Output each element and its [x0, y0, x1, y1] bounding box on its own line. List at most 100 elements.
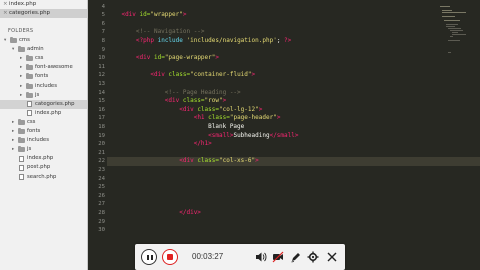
tree-folder[interactable]: ▸ css: [0, 54, 87, 63]
caret-right-icon[interactable]: ▸: [20, 72, 22, 81]
code-line[interactable]: <small>Subheading</small>: [107, 132, 480, 141]
code-line[interactable]: [107, 63, 480, 72]
line-number: 30: [98, 227, 105, 234]
code-line[interactable]: [107, 218, 480, 227]
caret-down-icon[interactable]: ▾: [12, 45, 14, 54]
code-line[interactable]: [107, 80, 480, 89]
tree-folder[interactable]: ▸ font-awesome: [0, 63, 87, 72]
tree-folder[interactable]: ▸ includes: [0, 82, 87, 91]
line-number: 17: [98, 115, 105, 122]
code-token: >: [222, 97, 227, 105]
tree-folder[interactable]: ▸ fonts: [0, 127, 87, 136]
code-line[interactable]: [107, 149, 480, 158]
close-icon[interactable]: [326, 251, 338, 263]
code-token: <h1: [193, 114, 209, 122]
caret-right-icon[interactable]: ▸: [12, 127, 14, 136]
code-line[interactable]: [107, 46, 480, 55]
caret-right-icon[interactable]: ▸: [20, 54, 22, 63]
open-file-item[interactable]: ×index.php: [0, 0, 87, 9]
code-line[interactable]: [107, 192, 480, 201]
stop-icon: [167, 254, 173, 260]
tree-folder[interactable]: ▾ admin: [0, 45, 87, 54]
code-line[interactable]: <div class="col-lg-12">: [107, 106, 480, 115]
code-line[interactable]: <?php include 'includes/navigation.php';…: [107, 37, 480, 46]
code-line[interactable]: [107, 3, 480, 12]
caret-right-icon[interactable]: ▸: [12, 136, 14, 145]
line-number: 21: [98, 149, 105, 156]
line-number: 5: [101, 12, 105, 19]
open-file-item[interactable]: ×categories.php: [0, 9, 87, 18]
tree-file[interactable]: index.php: [0, 109, 87, 118]
code-line[interactable]: <div class="container-fluid">: [107, 71, 480, 80]
code-line[interactable]: <!-- Page Heading -->: [107, 89, 480, 98]
tree-folder[interactable]: ▸ css: [0, 118, 87, 127]
code-token: <!-- Page Heading -->: [107, 88, 241, 96]
tree-folder[interactable]: ▾ cms: [0, 36, 87, 45]
code-token: >: [255, 157, 259, 165]
minimap-line: [448, 40, 461, 41]
code-line[interactable]: </h1>: [107, 140, 480, 149]
folders-title: FOLDERS: [8, 28, 34, 34]
caret-down-icon[interactable]: ▾: [4, 36, 6, 45]
code-line[interactable]: <h1 class="page-header">: [107, 114, 480, 123]
code-line[interactable]: [107, 175, 480, 184]
tree-item-label: search.php: [27, 173, 57, 180]
minimap[interactable]: [432, 0, 480, 60]
caret-right-icon[interactable]: ▸: [20, 91, 22, 100]
code-line[interactable]: [107, 200, 480, 209]
pause-button[interactable]: [141, 249, 157, 265]
code-line[interactable]: <div class="row">: [107, 97, 480, 106]
line-number-gutter: 4 5 6 7 8 9 10 11 12 13 14 15 16 17 18 19 20 21 22 23 24 25 26…: [89, 0, 107, 270]
line-number: 29: [98, 218, 105, 225]
code-line[interactable]: Blank Page: [107, 123, 480, 132]
code-line[interactable]: <!-- Navigation -->: [107, 28, 480, 37]
volume-icon[interactable]: [255, 251, 267, 263]
tree-item-label: fonts: [35, 73, 49, 80]
webcam-icon[interactable]: [272, 251, 284, 263]
tree-file[interactable]: index.php: [0, 154, 87, 163]
code-token: >: [276, 114, 281, 122]
line-number: 13: [98, 80, 105, 87]
folder-icon: [18, 137, 25, 144]
file-icon: [19, 174, 24, 180]
code-line[interactable]: [107, 183, 480, 192]
tree-item-label: includes: [35, 82, 57, 89]
code-editor[interactable]: <div id="wrapper"> <!-- Navigation --> <…: [107, 0, 480, 270]
code-line[interactable]: [107, 226, 480, 235]
line-number: 19: [98, 132, 105, 139]
tree-folder[interactable]: ▸ includes: [0, 136, 87, 145]
pen-icon[interactable]: [290, 251, 302, 263]
stop-button[interactable]: [162, 249, 178, 265]
code-token: "container-fluid": [190, 71, 252, 79]
caret-right-icon[interactable]: ▸: [20, 63, 22, 72]
tree-folder[interactable]: ▸ js: [0, 145, 87, 154]
line-number: 4: [101, 3, 105, 10]
folder-icon: [26, 73, 33, 80]
caret-right-icon[interactable]: ▸: [12, 145, 14, 154]
tree-file[interactable]: search.php: [0, 173, 87, 182]
tree-file[interactable]: categories.php: [0, 99, 87, 109]
line-number: 9: [101, 46, 105, 53]
code-token: "col-xs-6": [219, 157, 256, 165]
code-token: <div: [150, 71, 169, 79]
code-line[interactable]: [107, 20, 480, 29]
code-line[interactable]: </div>: [107, 209, 480, 218]
tree-item-label: css: [35, 55, 44, 62]
code-line[interactable]: <div id="wrapper">: [107, 11, 480, 20]
folder-icon: [26, 64, 33, 71]
tree-folder[interactable]: ▸ js: [0, 91, 87, 100]
caret-right-icon[interactable]: ▸: [12, 118, 14, 127]
code-line[interactable]: <div class="col-xs-6">: [107, 157, 480, 166]
code-line[interactable]: [107, 166, 480, 175]
tree-folder[interactable]: ▸ fonts: [0, 72, 87, 81]
minimap-line: [440, 6, 450, 7]
caret-right-icon[interactable]: ▸: [20, 82, 22, 91]
folder-open-icon: [18, 46, 25, 53]
code-line[interactable]: <div id="page-wrapper">: [107, 54, 480, 63]
tree-file[interactable]: post.php: [0, 163, 87, 172]
settings-icon[interactable]: [307, 251, 319, 263]
minimap-line: [448, 52, 452, 53]
